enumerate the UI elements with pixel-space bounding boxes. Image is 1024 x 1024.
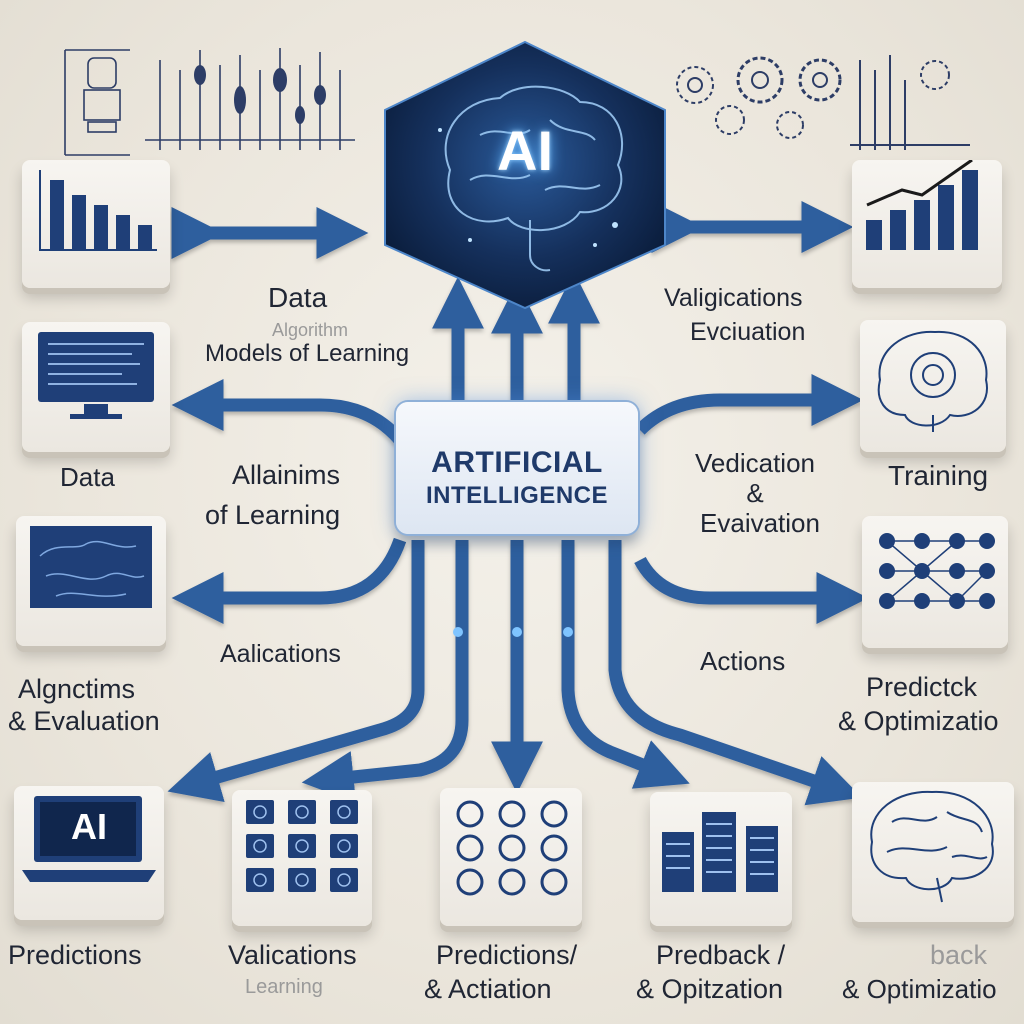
neural-network-icon xyxy=(879,533,995,609)
arrow-to-data xyxy=(171,379,405,445)
monitor-icon xyxy=(38,332,154,419)
label-and-opitzation: & Opitzation xyxy=(636,974,784,1004)
label-evciuation: Evciuation xyxy=(690,318,806,346)
center-title-line1: ARTIFICIAL xyxy=(431,446,603,479)
center-title-line2: INTELLIGENCE xyxy=(425,482,608,509)
laptop-screen-label: AI xyxy=(71,806,107,847)
growth-chart-icon xyxy=(866,160,978,250)
label-faint-learning: Learning xyxy=(245,976,323,998)
label-predback: Predback / xyxy=(656,940,786,970)
label-of-learning: of Learning xyxy=(205,500,341,530)
brain-icon xyxy=(870,790,994,903)
circle-grid-icon xyxy=(456,800,568,896)
monitor-tile xyxy=(22,322,170,452)
server-racks-icon xyxy=(662,812,778,892)
label-predictions-slash: Predictions/ xyxy=(436,940,578,970)
label-data-left: Data xyxy=(60,462,115,492)
label-actions: Actions xyxy=(700,646,786,676)
gears-sketch-icon xyxy=(676,55,970,150)
label-faint-back: back xyxy=(930,940,988,970)
arrow-to-map xyxy=(171,537,407,624)
artificial-intelligence-box: ARTIFICIAL INTELLIGENCE xyxy=(396,402,638,534)
label-valications-bottom: Valications xyxy=(228,940,357,970)
label-and-evaluation: & Evaluation xyxy=(8,706,160,736)
label-and-optimizatio: & Optimizatio xyxy=(838,706,999,736)
brain-tile xyxy=(852,782,1014,922)
label-algnctims: Algnctims xyxy=(18,674,136,704)
brain-gear-tile xyxy=(860,320,1006,452)
label-predictions-bottom: Predictions xyxy=(8,940,142,970)
label-faint-algorithm: Algorithm xyxy=(272,320,349,340)
hub-label: AI xyxy=(497,119,553,182)
brain-gear-icon xyxy=(877,330,988,432)
label-allainims: Allainims xyxy=(232,460,341,490)
world-map-icon xyxy=(30,526,152,608)
label-training: Training xyxy=(888,460,989,491)
grid-icons-icon xyxy=(246,800,358,892)
label-predictck: Predictck xyxy=(866,672,978,702)
arrow-to-network xyxy=(634,556,869,624)
label-and-optimizatio-bottom: & Optimizatio xyxy=(842,974,997,1004)
label-and-actiation: & Actiation xyxy=(424,974,552,1004)
bar-chart-tile xyxy=(22,160,170,288)
robot-sketch-icon xyxy=(64,48,355,156)
growth-chart-tile xyxy=(852,160,1002,288)
label-ampersand: & xyxy=(746,478,764,508)
label-aalications: Aalications xyxy=(220,640,341,668)
ai-brain-hub: AI xyxy=(380,40,670,310)
label-evaivation: Evaivation xyxy=(700,508,820,538)
laptop-tile: AI xyxy=(14,786,164,920)
circle-grid-tile xyxy=(440,788,582,926)
world-map-tile xyxy=(16,516,166,646)
arrow-to-training xyxy=(635,374,864,435)
label-valigications: Valigications xyxy=(664,284,803,312)
neural-network-tile xyxy=(862,516,1008,648)
bar-chart-icon xyxy=(39,170,157,251)
icon-grid-tile xyxy=(232,790,372,926)
server-racks-tile xyxy=(650,792,792,926)
label-data-top: Data xyxy=(268,282,328,313)
label-vedication: Vedication xyxy=(695,448,815,478)
label-models-of-learning: Models of Learning xyxy=(205,340,410,367)
